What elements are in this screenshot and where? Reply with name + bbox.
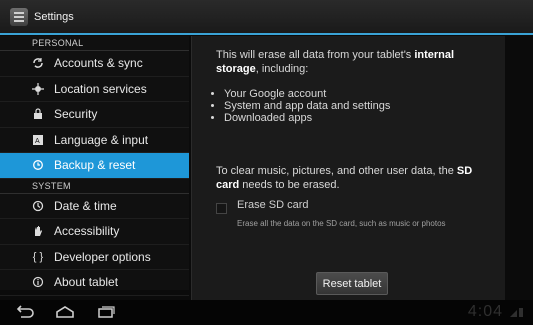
sidebar-item-label: Security xyxy=(54,107,98,122)
sidebar-item-label: Language & input xyxy=(54,132,149,147)
sd-note-suffix: needs to be erased. xyxy=(239,179,340,191)
sidebar-item-backup-reset[interactable]: Backup & reset xyxy=(0,153,189,179)
erase-sd-checkbox[interactable] xyxy=(216,203,227,214)
action-bar: Settings xyxy=(0,0,533,35)
settings-sidebar: PERSONAL Accounts & sync Location servic… xyxy=(0,36,189,296)
sd-card-note: To clear music, pictures, and other user… xyxy=(216,164,496,192)
sync-icon xyxy=(32,57,44,69)
system-nav-bar: 4:04 xyxy=(0,300,533,325)
reset-tablet-button[interactable]: Reset tablet xyxy=(316,272,388,295)
backup-icon xyxy=(32,159,44,171)
clock-icon xyxy=(32,200,44,212)
sidebar-item-language-input[interactable]: A Language & input xyxy=(0,128,189,153)
sidebar-item-label: Developer options xyxy=(54,249,151,264)
app-title: Settings xyxy=(34,10,74,23)
section-header-system: SYSTEM xyxy=(0,179,189,194)
back-icon[interactable] xyxy=(14,305,36,319)
warning-text-suffix: , including: xyxy=(255,63,309,75)
sidebar-item-accounts-sync[interactable]: Accounts & sync xyxy=(0,51,189,77)
home-icon[interactable] xyxy=(54,305,76,319)
section-header-personal: PERSONAL xyxy=(0,36,189,51)
hand-icon xyxy=(32,225,44,237)
status-clock: 4:04 xyxy=(467,303,503,320)
erase-sd-label: Erase SD card xyxy=(237,199,309,211)
keyboard-icon: A xyxy=(32,134,44,146)
sidebar-item-label: Accessibility xyxy=(54,224,120,239)
signal-battery-icon xyxy=(509,306,525,318)
sidebar-item-security[interactable]: Security xyxy=(0,102,189,128)
erased-items-list: Your Google account System and app data … xyxy=(214,88,390,124)
sidebar-item-label: Backup & reset xyxy=(54,158,136,173)
sidebar-item-label: Location services xyxy=(54,81,147,96)
sidebar-item-about-tablet[interactable]: About tablet xyxy=(0,270,189,296)
sidebar-item-developer-options[interactable]: { } Developer options xyxy=(0,245,189,270)
erase-sd-description: Erase all the data on the SD card, such … xyxy=(237,219,446,228)
sidebar-item-label: Date & time xyxy=(54,198,117,213)
info-icon xyxy=(32,276,44,288)
sd-note-prefix: To clear music, pictures, and other user… xyxy=(216,165,457,177)
list-item: Downloaded apps xyxy=(224,112,390,124)
sidebar-item-date-time[interactable]: Date & time xyxy=(0,194,189,219)
sidebar-item-location-services[interactable]: Location services xyxy=(0,77,189,102)
lock-icon xyxy=(32,108,44,120)
list-item: System and app data and settings xyxy=(224,100,390,112)
sidebar-item-label: About tablet xyxy=(54,275,119,290)
settings-icon[interactable] xyxy=(10,7,28,26)
internal-storage-warning: This will erase all data from your table… xyxy=(216,48,486,76)
warning-text-prefix: This will erase all data from your table… xyxy=(216,49,415,61)
backup-reset-panel: This will erase all data from your table… xyxy=(191,36,505,300)
sidebar-item-label: Accounts & sync xyxy=(54,56,143,71)
braces-icon: { } xyxy=(32,250,44,263)
recent-apps-icon[interactable] xyxy=(95,305,117,319)
sidebar-item-accessibility[interactable]: Accessibility xyxy=(0,219,189,245)
list-item: Your Google account xyxy=(224,88,390,100)
svg-text:A: A xyxy=(35,138,40,145)
location-icon xyxy=(32,82,44,95)
